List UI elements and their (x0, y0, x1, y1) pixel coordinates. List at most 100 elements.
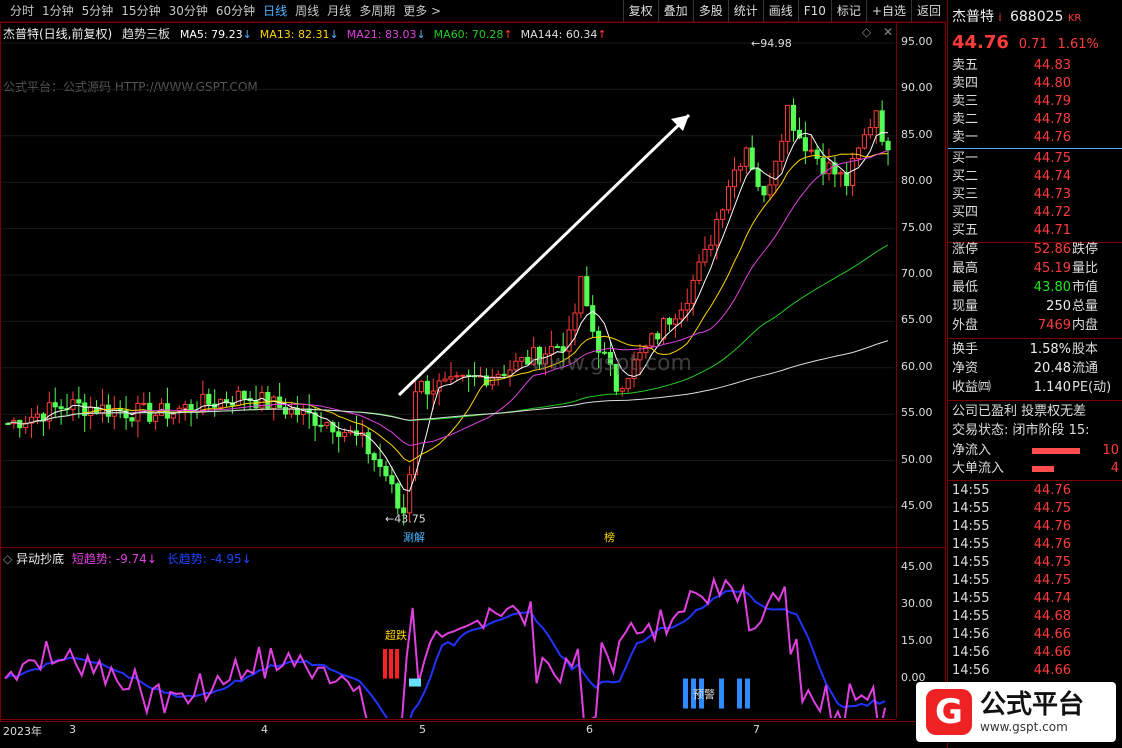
ask-row: 卖三 44.79 (948, 93, 1122, 111)
tick-time: 14:56 (952, 663, 990, 678)
tick-price: 44.74 (1033, 591, 1071, 606)
stat-label: 最低 (952, 280, 979, 295)
tab-3[interactable]: 15分钟 (117, 0, 164, 22)
candle-body (129, 417, 135, 422)
tick-price: 44.75 (1033, 501, 1071, 516)
candle-body (454, 375, 460, 378)
kline-chart-panel[interactable]: 杰普特(日线,前复权) 趋势三板 MA5: 79.23↓ MA13: 82.31↓… (0, 22, 946, 738)
flow-bar (1032, 448, 1080, 454)
tab-1[interactable]: 1分钟 (38, 0, 78, 22)
stat-row: 最高 45.19 量比 (948, 260, 1122, 278)
candle-body (885, 140, 891, 151)
candle-body (737, 165, 743, 171)
tab-5[interactable]: 60分钟 (212, 0, 259, 22)
candle-body (596, 330, 602, 353)
tool-button-4[interactable]: 画线 (762, 0, 798, 22)
tab-9[interactable]: 多周期 (355, 0, 399, 22)
tab-4[interactable]: 30分钟 (165, 0, 212, 22)
tool-button-0[interactable]: 复权 (622, 0, 658, 22)
stat-label: 跌停 (1072, 242, 1099, 257)
bid-price: 44.75 (1033, 151, 1071, 166)
tool-button-6[interactable]: 标记 (830, 0, 866, 22)
bid-label: 买四 (952, 205, 979, 220)
tool-button-3[interactable]: 统计 (727, 0, 763, 22)
tab-0[interactable]: 分时 (6, 0, 38, 22)
flow-row: 净流入 10 (948, 442, 1122, 460)
stat-label: PE(动) (1072, 380, 1112, 395)
long-trend-line (4, 589, 886, 718)
stat-label: 股本 (1072, 342, 1099, 357)
candle-body (625, 378, 631, 390)
candle-body (164, 403, 171, 419)
tool-button-8[interactable]: 返回 (910, 0, 946, 22)
bid-label: 买五 (952, 223, 979, 238)
tab-10[interactable]: 更多 > (399, 0, 445, 22)
candle-body (755, 168, 761, 187)
tool-button-5[interactable]: F10 (797, 0, 831, 22)
tab-8[interactable]: 月线 (323, 0, 355, 22)
candle-body (412, 391, 419, 476)
tick-price: 44.75 (1033, 555, 1071, 570)
info-flag[interactable]: i (998, 11, 1001, 24)
price-tick: 75.00 (901, 220, 933, 234)
stat-label: 净资 (952, 361, 979, 376)
date-tick: 4 (261, 723, 268, 736)
tick-row: 14:56 44.66 (948, 626, 1122, 644)
candle-body (519, 356, 525, 362)
tick-price: 44.76 (1033, 537, 1071, 552)
candle-body (501, 373, 507, 376)
candle-body (58, 406, 64, 410)
signal-bar (389, 649, 393, 679)
oscillator-chart[interactable]: 超跌预警 (1, 548, 945, 718)
tick-time: 14:55 (952, 573, 990, 588)
stat-label: 总量 (1072, 299, 1099, 314)
tick-time: 14:56 (952, 645, 990, 660)
tool-button-1[interactable]: 叠加 (657, 0, 693, 22)
tick-time: 14:55 (952, 519, 990, 534)
ask-label: 卖五 (952, 58, 979, 73)
tick-price: 44.68 (1033, 609, 1071, 624)
divider (948, 148, 1122, 149)
stat-label: 换手 (952, 342, 979, 357)
ask-row: 卖四 44.80 (948, 75, 1122, 93)
tick-row: 14:55 44.68 (948, 608, 1122, 626)
bid-label: 买三 (952, 187, 979, 202)
tick-row: 14:56 44.66 (948, 644, 1122, 662)
tool-button-7[interactable]: +自选 (865, 0, 911, 22)
stat-value: 1.58% (1029, 342, 1071, 357)
tab-6[interactable]: 日线 (259, 0, 291, 22)
candle-body (141, 402, 147, 405)
ask-label: 卖一 (952, 130, 979, 145)
price-chart[interactable]: ←94.98 ←43.75 涮解 榜 (1, 23, 945, 548)
tab-2[interactable]: 5分钟 (78, 0, 118, 22)
candle-body (430, 390, 436, 395)
bid-label: 买二 (952, 169, 979, 184)
tool-button-2[interactable]: 多股 (692, 0, 728, 22)
candle-body (572, 312, 578, 331)
stat-label: 量比 (1072, 261, 1099, 276)
candle-body (52, 402, 58, 408)
candle-body (743, 147, 749, 167)
tick-price: 44.76 (1033, 519, 1071, 534)
candle-body (672, 318, 678, 325)
ask-label: 卖四 (952, 76, 979, 91)
candle-body (749, 147, 755, 170)
candle-body (235, 390, 241, 406)
osc-tick: 45.00 (901, 560, 933, 573)
tab-7[interactable]: 周线 (291, 0, 323, 22)
stock-code: 688025 (1009, 9, 1064, 25)
flow-row: 大单流入 4 (948, 460, 1122, 478)
signal-bar (409, 678, 415, 687)
candle-body (342, 432, 348, 437)
divider (948, 400, 1122, 401)
stat-label: 收益㈣ (952, 380, 992, 395)
candle-body (855, 147, 862, 160)
tick-row: 14:55 44.75 (948, 572, 1122, 590)
candle-body (34, 413, 41, 418)
candle-body (820, 157, 826, 175)
candle-body (661, 318, 667, 340)
divider (948, 338, 1122, 339)
candle-body (767, 184, 773, 196)
candle-body (873, 110, 879, 129)
bid-row: 买三 44.73 (948, 186, 1122, 204)
